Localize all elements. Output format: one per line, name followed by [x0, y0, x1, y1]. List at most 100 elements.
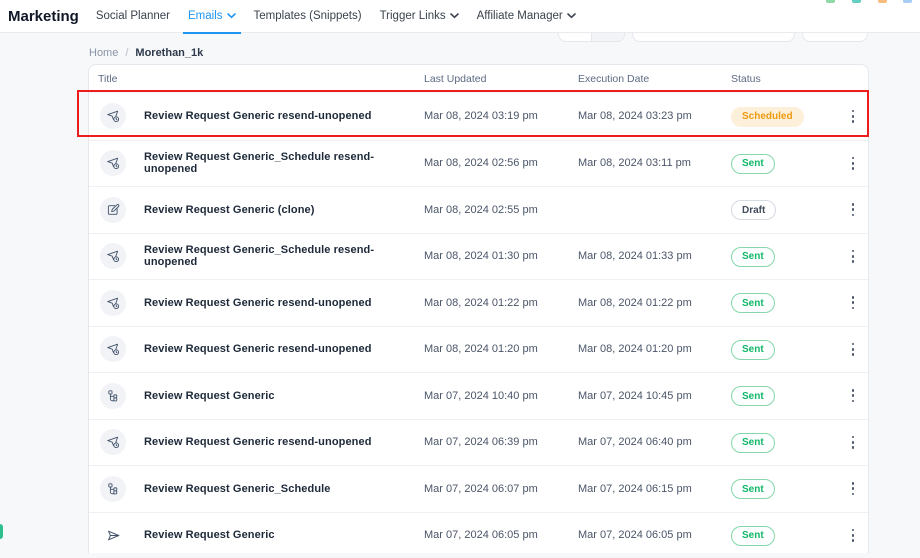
cutoff-edge-widget [0, 524, 3, 539]
row-title: Review Request Generic [128, 529, 424, 541]
breadcrumb-home-link[interactable]: Home [89, 47, 118, 59]
status-badge: Sent [731, 479, 775, 499]
nav-item-emails[interactable]: Emails [188, 0, 236, 33]
row-last-updated: Mar 08, 2024 01:20 pm [424, 343, 578, 355]
row-execution-date: Mar 08, 2024 01:33 pm [578, 250, 731, 262]
row-type-icon-wrap [100, 197, 126, 223]
row-title: Review Request Generic_Schedule resend-u… [128, 151, 424, 175]
status-badge: Sent [731, 247, 775, 267]
column-header-status: Status [731, 73, 832, 85]
row-last-updated: Mar 08, 2024 01:22 pm [424, 297, 578, 309]
row-title: Review Request Generic resend-unopened [128, 343, 424, 355]
status-badge: Sent [731, 340, 775, 360]
table-row[interactable]: Review Request Generic resend-unopened M… [89, 419, 868, 466]
row-last-updated: Mar 07, 2024 06:07 pm [424, 483, 578, 495]
column-header-execution-date: Execution Date [578, 73, 731, 85]
row-menu-button[interactable] [844, 385, 862, 407]
chevron-down-icon [227, 13, 236, 19]
row-type-icon-wrap [100, 476, 126, 502]
row-menu-button[interactable] [844, 431, 862, 453]
column-header-last-updated: Last Updated [424, 73, 578, 85]
schedule-send-icon [106, 342, 120, 356]
breadcrumb: Home / Morethan_1k [89, 47, 203, 59]
nav-item-label: Templates (Snippets) [254, 10, 362, 22]
chevron-down-icon [567, 13, 576, 19]
row-menu-button[interactable] [844, 245, 862, 267]
nav-item-trigger-links[interactable]: Trigger Links [380, 0, 459, 33]
column-header-title: Title [98, 73, 424, 85]
table-row[interactable]: Review Request Generic Mar 07, 2024 06:0… [89, 512, 868, 558]
row-menu-button[interactable] [844, 338, 862, 360]
edit-icon [106, 203, 120, 217]
row-type-icon-wrap [100, 290, 126, 316]
table-row[interactable]: Review Request Generic resend-unopened M… [89, 326, 868, 373]
row-menu-button[interactable] [844, 199, 862, 221]
cutoff-icon-blue [903, 0, 912, 3]
row-type-icon-wrap [100, 243, 126, 269]
schedule-send-icon [106, 435, 120, 449]
row-type-icon-wrap [100, 383, 126, 409]
row-last-updated: Mar 08, 2024 03:19 pm [424, 110, 578, 122]
row-last-updated: Mar 08, 2024 01:30 pm [424, 250, 578, 262]
app-title: Marketing [8, 8, 79, 25]
table-row[interactable]: Review Request Generic resend-unopened M… [89, 279, 868, 326]
status-badge: Sent [731, 293, 775, 313]
row-menu-button[interactable] [844, 105, 862, 127]
nav-item-affiliate-manager[interactable]: Affiliate Manager [477, 0, 576, 33]
row-last-updated: Mar 07, 2024 10:40 pm [424, 390, 578, 402]
workflow-icon [106, 389, 120, 403]
nav-item-label: Emails [188, 10, 223, 22]
workflow-icon [106, 482, 120, 496]
chevron-down-icon [450, 13, 459, 19]
table-header: Title Last Updated Execution Date Status [89, 65, 868, 93]
row-type-icon-wrap [100, 103, 126, 129]
status-badge: Draft [731, 200, 776, 220]
row-execution-date: Mar 08, 2024 01:20 pm [578, 343, 731, 355]
row-type-icon-wrap [100, 429, 126, 455]
row-menu-button[interactable] [844, 292, 862, 314]
cutoff-icon-green [826, 0, 835, 3]
row-title: Review Request Generic resend-unopened [128, 297, 424, 309]
row-menu-button[interactable] [844, 524, 862, 546]
nav-item-social-planner[interactable]: Social Planner [96, 0, 170, 33]
row-menu-button[interactable] [844, 152, 862, 174]
row-execution-date: Mar 07, 2024 06:15 pm [578, 483, 731, 495]
schedule-send-icon [106, 156, 120, 170]
row-type-icon-wrap [100, 150, 126, 176]
table-row[interactable]: Review Request Generic_Schedule resend-u… [89, 140, 868, 187]
row-execution-date: Mar 07, 2024 06:40 pm [578, 436, 731, 448]
table-row[interactable]: Review Request Generic resend-unopened M… [89, 93, 868, 140]
row-execution-date: Mar 08, 2024 03:11 pm [578, 157, 731, 169]
row-execution-date: Mar 08, 2024 03:23 pm [578, 110, 731, 122]
row-execution-date: Mar 07, 2024 06:05 pm [578, 529, 731, 541]
status-badge: Sent [731, 433, 775, 453]
status-badge: Scheduled [731, 107, 804, 127]
schedule-send-icon [106, 249, 120, 263]
nav-item-label: Affiliate Manager [477, 10, 563, 22]
row-title: Review Request Generic resend-unopened [128, 436, 424, 448]
table-body: Review Request Generic resend-unopened M… [89, 93, 868, 558]
row-last-updated: Mar 07, 2024 06:39 pm [424, 436, 578, 448]
row-title: Review Request Generic (clone) [128, 204, 424, 216]
row-last-updated: Mar 07, 2024 06:05 pm [424, 529, 578, 541]
row-menu-button[interactable] [844, 478, 862, 500]
row-type-icon-wrap [100, 522, 126, 548]
breadcrumb-separator: / [125, 47, 128, 59]
row-execution-date: Mar 08, 2024 01:22 pm [578, 297, 731, 309]
table-row[interactable]: Review Request Generic Mar 07, 2024 10:4… [89, 372, 868, 419]
row-title: Review Request Generic resend-unopened [128, 110, 424, 122]
email-campaigns-card: Title Last Updated Execution Date Status [88, 64, 869, 553]
status-badge: Sent [731, 386, 775, 406]
cutoff-icon-orange [878, 0, 887, 3]
row-title: Review Request Generic_Schedule resend-u… [128, 244, 424, 268]
row-last-updated: Mar 08, 2024 02:55 pm [424, 204, 578, 216]
table-row[interactable]: Review Request Generic (clone) Mar 08, 2… [89, 186, 868, 233]
nav-item-templates-snippets[interactable]: Templates (Snippets) [254, 0, 362, 33]
status-badge: Sent [731, 526, 775, 546]
top-navbar: Marketing Social Planner Emails Template… [0, 0, 920, 33]
schedule-send-icon [106, 109, 120, 123]
send-icon [106, 528, 121, 543]
row-type-icon-wrap [100, 336, 126, 362]
table-row[interactable]: Review Request Generic_Schedule resend-u… [89, 233, 868, 280]
table-row[interactable]: Review Request Generic_Schedule Mar 07, … [89, 465, 868, 512]
